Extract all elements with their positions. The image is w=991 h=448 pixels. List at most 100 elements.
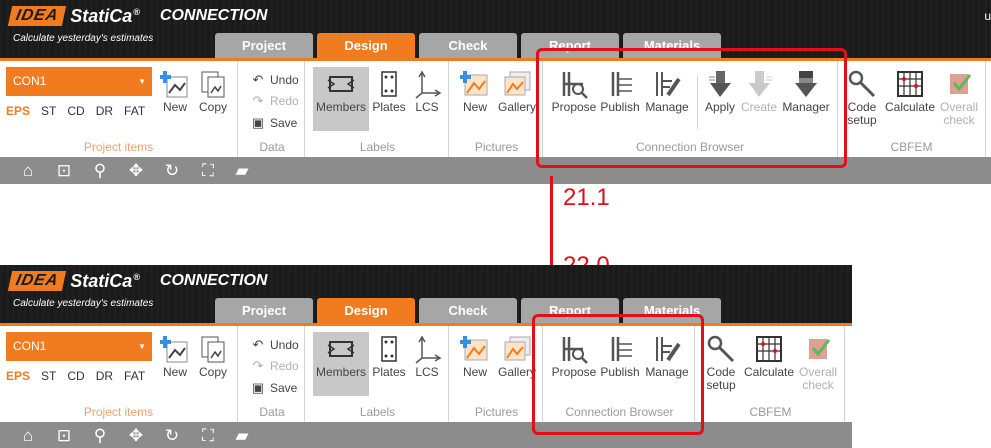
- fit-icon[interactable]: ⛶: [198, 426, 218, 446]
- version-old: 21.1: [563, 184, 610, 211]
- connection-select[interactable]: CON1 ▼: [6, 67, 152, 96]
- new-picture-icon: [460, 71, 488, 96]
- undo-button[interactable]: ↶ Undo: [250, 71, 299, 89]
- tab-check[interactable]: Check: [419, 298, 517, 323]
- new-item-button[interactable]: New: [159, 69, 191, 114]
- chevron-down-icon: ▼: [138, 77, 146, 86]
- zoom-window-icon[interactable]: ⊡: [54, 161, 74, 181]
- plates-icon: [381, 71, 397, 97]
- save-button[interactable]: ▣ Save: [250, 379, 298, 397]
- standard-eps[interactable]: EPS: [6, 104, 30, 118]
- rotate-icon[interactable]: ↻: [162, 426, 182, 446]
- product-name: CONNECTION: [159, 272, 268, 289]
- calculate-button[interactable]: Calculate: [741, 334, 797, 379]
- lcs-button[interactable]: LCS: [409, 334, 445, 379]
- rotate-icon[interactable]: ↻: [162, 161, 182, 181]
- members-icon: [327, 341, 355, 357]
- standard-eps[interactable]: EPS: [6, 369, 30, 383]
- new-item-icon: [160, 71, 188, 98]
- redo-button[interactable]: ↷ Redo: [250, 357, 299, 375]
- members-button[interactable]: Members: [313, 67, 369, 131]
- abacus-icon: [897, 71, 923, 97]
- new-item-icon: [160, 336, 188, 363]
- copy-icon: [201, 336, 225, 363]
- group-label-project-items: Project items: [83, 140, 154, 154]
- redo-icon: ↷: [252, 93, 264, 108]
- members-icon: [327, 76, 355, 92]
- overall-check-button[interactable]: Overall check: [938, 69, 980, 127]
- logo: IDEA StatiCa® CONNECTION: [7, 6, 268, 26]
- group-label-project-items: Project items: [83, 405, 154, 419]
- standard-fat[interactable]: FAT: [124, 104, 145, 118]
- ribbon: CON1 ▼ EPS ST CD DR FAT New Copy Project …: [0, 326, 852, 422]
- new-picture-button[interactable]: New: [457, 69, 493, 114]
- standard-st[interactable]: ST: [41, 369, 56, 383]
- zoom-window-icon[interactable]: ⊡: [54, 426, 74, 446]
- copy-item-button[interactable]: Copy: [196, 69, 230, 114]
- standards-list: EPS ST CD DR FAT: [6, 104, 145, 118]
- gallery-button[interactable]: Gallery: [497, 69, 537, 114]
- members-button[interactable]: Members: [313, 332, 369, 396]
- new-picture-icon: [460, 336, 488, 361]
- undo-button[interactable]: ↶ Undo: [250, 336, 299, 354]
- tab-design[interactable]: Design: [317, 33, 415, 58]
- copy-item-button[interactable]: Copy: [196, 334, 230, 379]
- gallery-icon: [504, 71, 531, 96]
- plates-button[interactable]: Plates: [371, 69, 407, 114]
- code-setup-button[interactable]: Code setup: [842, 69, 882, 127]
- lcs-button[interactable]: LCS: [409, 69, 445, 114]
- pan-icon[interactable]: ✥: [126, 161, 146, 181]
- group-label-labels: Labels: [359, 140, 396, 154]
- pan-icon[interactable]: ✥: [126, 426, 146, 446]
- product-name: CONNECTION: [159, 7, 268, 24]
- connection-select[interactable]: CON1 ▼: [6, 332, 152, 361]
- home-icon[interactable]: ⌂: [18, 426, 38, 446]
- zoom-icon[interactable]: ⚲: [90, 426, 110, 446]
- undo-icon: ↶: [252, 72, 264, 87]
- standard-st[interactable]: ST: [41, 104, 56, 118]
- new-picture-button[interactable]: New: [457, 334, 493, 379]
- highlight-box-21-1: [536, 48, 847, 168]
- group-pictures: New Gallery Pictures: [451, 326, 543, 422]
- tab-design[interactable]: Design: [317, 298, 415, 323]
- fit-icon[interactable]: ⛶: [198, 161, 218, 181]
- axes-icon: [415, 335, 442, 364]
- standard-fat[interactable]: FAT: [124, 369, 145, 383]
- standard-cd[interactable]: CD: [67, 104, 84, 118]
- save-button[interactable]: ▣ Save: [250, 114, 298, 132]
- standard-cd[interactable]: CD: [67, 369, 84, 383]
- app-window-22-0: IDEA StatiCa® CONNECTION Calculate yeste…: [0, 265, 852, 448]
- plates-icon: [381, 336, 397, 362]
- tab-check[interactable]: Check: [419, 33, 517, 58]
- user-name[interactable]: u: [984, 9, 991, 23]
- group-label-data: Data: [259, 140, 285, 154]
- tab-project[interactable]: Project: [215, 298, 313, 323]
- view-icon[interactable]: ▰: [232, 426, 252, 446]
- overall-check-icon: [809, 339, 831, 359]
- gallery-button[interactable]: Gallery: [497, 334, 537, 379]
- logo: IDEA StatiCa® CONNECTION: [7, 271, 268, 291]
- standard-dr[interactable]: DR: [96, 104, 113, 118]
- redo-button[interactable]: ↷ Redo: [250, 92, 299, 110]
- zoom-icon[interactable]: ⚲: [90, 161, 110, 181]
- new-item-button[interactable]: New: [159, 334, 191, 379]
- group-pictures: New Gallery Pictures: [451, 61, 543, 157]
- view-toolbar: ⌂ ⊡ ⚲ ✥ ↻ ⛶ ▰: [0, 422, 852, 448]
- group-cbfem: Code setup Calculate Overall check CBFEM: [838, 61, 986, 157]
- overall-check-button[interactable]: Overall check: [797, 334, 839, 392]
- gallery-icon: [504, 336, 531, 361]
- standard-dr[interactable]: DR: [96, 369, 113, 383]
- plates-button[interactable]: Plates: [371, 334, 407, 379]
- tab-project[interactable]: Project: [215, 33, 313, 58]
- group-labels: Members Plates LCS Labels: [307, 326, 449, 422]
- view-icon[interactable]: ▰: [232, 161, 252, 181]
- group-label-cbfem: CBFEM: [749, 405, 792, 419]
- calculate-button[interactable]: Calculate: [882, 69, 938, 114]
- code-setup-button[interactable]: Code setup: [701, 334, 741, 392]
- group-label-data: Data: [259, 405, 285, 419]
- group-cbfem: Code setup Calculate Overall check CBFEM: [697, 326, 845, 422]
- wrench-icon: [848, 70, 876, 98]
- axes-icon: [415, 70, 442, 99]
- abacus-icon: [756, 336, 782, 362]
- home-icon[interactable]: ⌂: [18, 161, 38, 181]
